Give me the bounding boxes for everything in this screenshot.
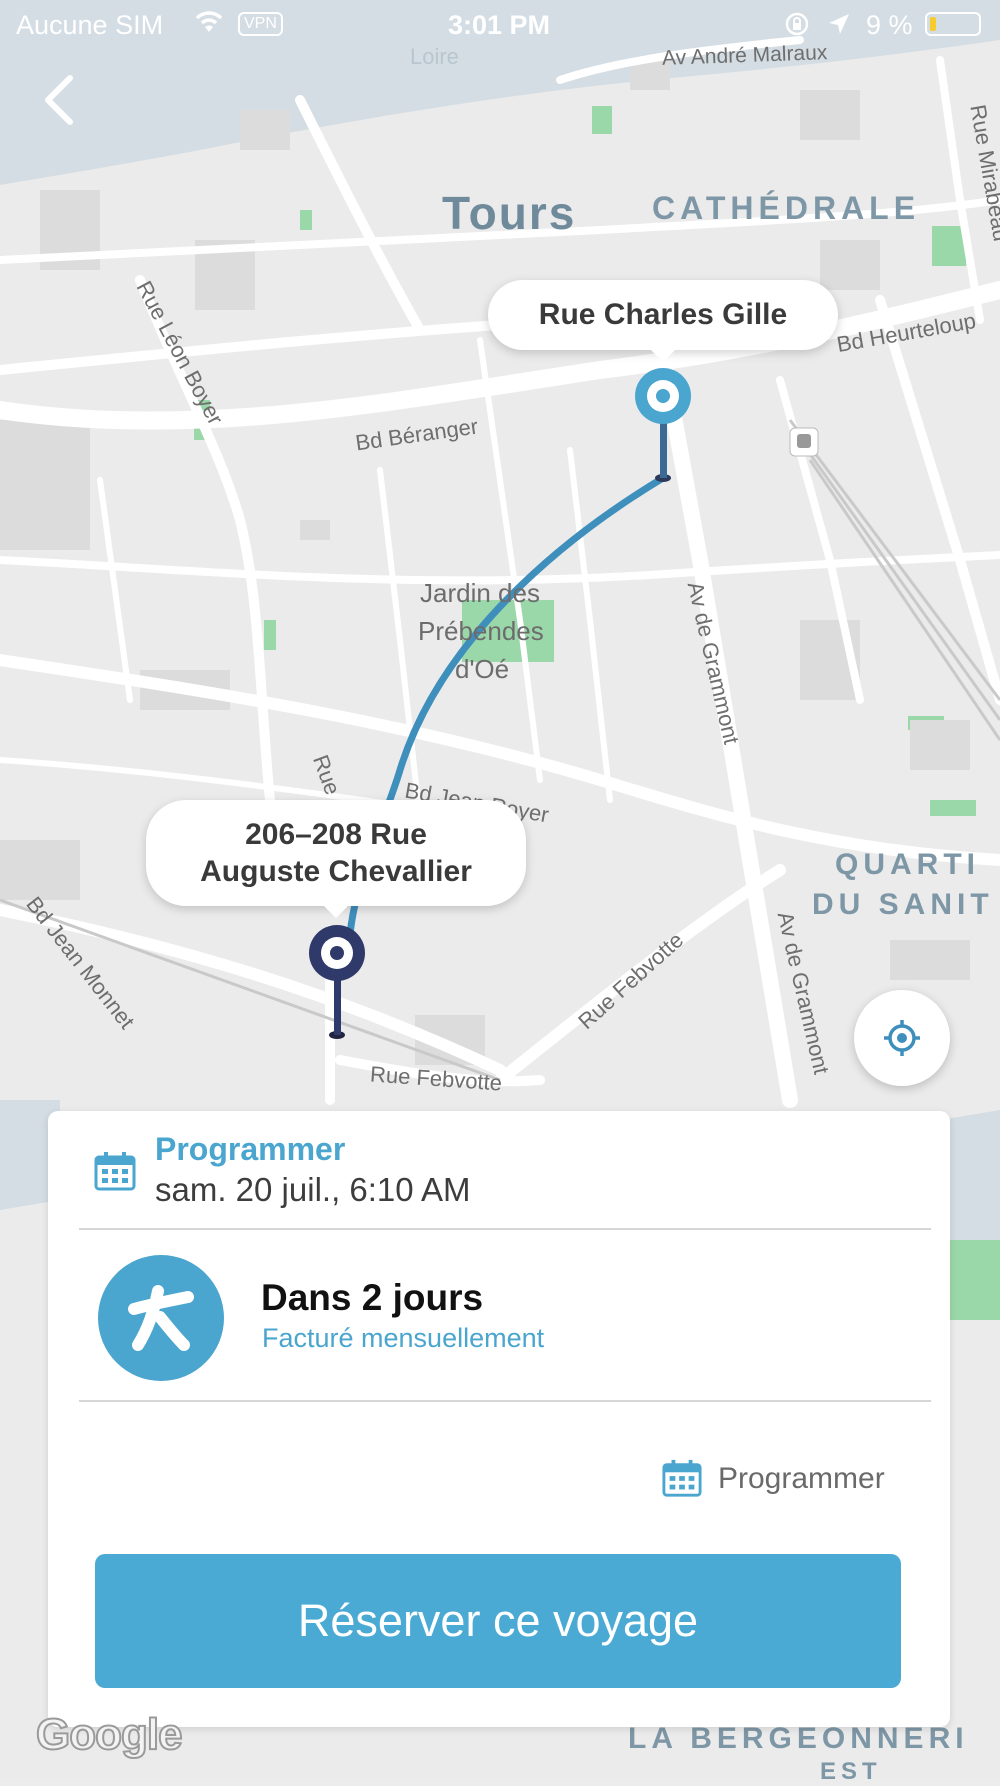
map-label-park: Prébendes [418,616,544,646]
map-label-park: d'Oé [455,654,510,684]
schedule-link[interactable]: Programmer [662,1456,952,1506]
battery-icon [925,12,981,36]
booking-card: Programmer sam. 20 juil., 6:10 AM Dans 2… [48,1111,950,1727]
service-subtitle: Facturé mensuellement [262,1323,545,1353]
divider [79,1228,931,1230]
back-button[interactable] [38,70,88,130]
carrier-label: Aucune SIM [16,10,164,40]
locate-me-button[interactable] [854,990,950,1086]
clock: 3:01 PM [448,10,551,40]
back-icon [45,75,73,125]
destination-callout[interactable]: Rue Charles Gille [488,280,838,362]
calendar-icon [94,1152,136,1191]
schedule-link-label: Programmer [718,1462,885,1495]
location-arrow-icon [826,11,852,44]
schedule-title: Programmer [155,1131,346,1167]
service-title: Dans 2 jours [261,1277,484,1318]
origin-callout[interactable]: 206–208 Rue Auguste Chevallier [146,800,526,918]
service-logo-icon [98,1255,224,1381]
battery-percent: 9 % [866,10,913,40]
google-logo: Google [35,1709,184,1760]
locate-icon [884,1020,920,1056]
schedule-date: sam. 20 juil., 6:10 AM [155,1171,471,1208]
book-trip-button[interactable]: Réserver ce voyage [95,1554,901,1688]
divider [79,1400,931,1402]
train-station-icon [789,427,819,457]
wifi-icon [194,8,224,41]
map-label-district: LA BERGEONNERI [628,1722,969,1755]
origin-callout-line: 206–208 Rue [245,818,427,851]
vpn-badge: VPN [238,12,283,36]
map-label-district: QUARTI [835,848,980,881]
calendar-icon [662,1459,702,1497]
status-bar: Aucune SIM VPN 3:01 PM 9 % [0,0,1000,50]
map-label-district: DU SANIT [812,888,994,921]
map-label-park: Jardin des [420,578,540,608]
map-label-city: Tours [442,187,577,239]
origin-callout-line: Auguste Chevallier [200,855,472,888]
lock-rotation-icon [784,11,810,44]
map-label-district: CATHÉDRALE [652,190,921,226]
map-label-district: EST [820,1758,882,1785]
